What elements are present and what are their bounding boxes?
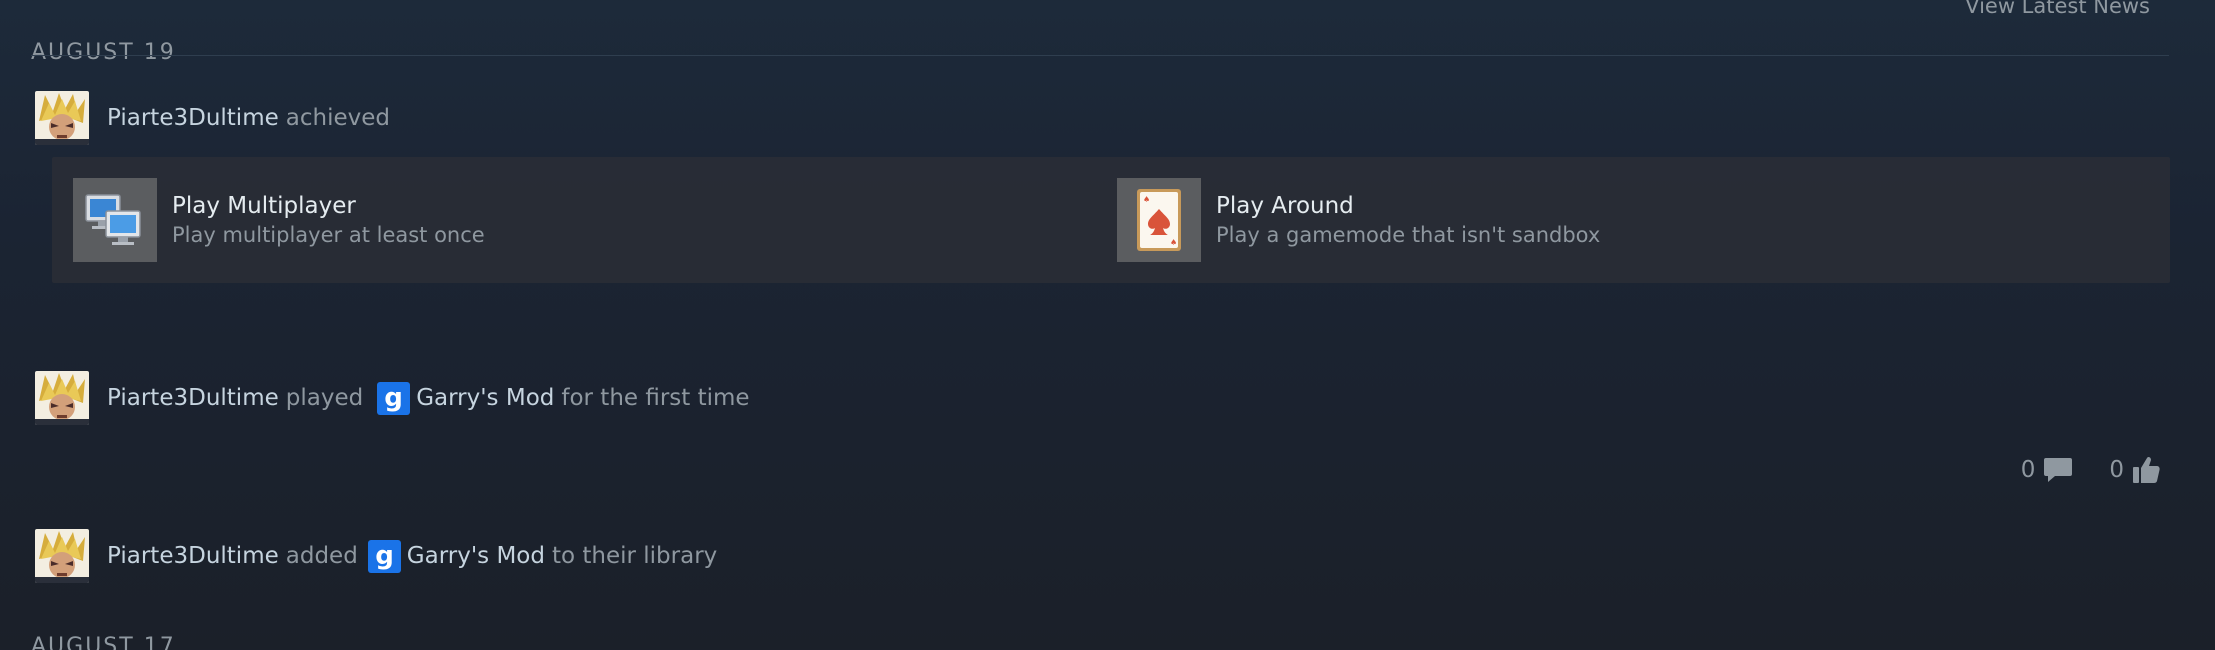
comment-icon bbox=[2044, 458, 2073, 482]
svg-text:♠: ♠ bbox=[1143, 195, 1150, 204]
activity-suffix: to their library bbox=[551, 543, 718, 569]
achievements-panel: Play Multiplayer Play multiplayer at lea… bbox=[52, 157, 2170, 283]
date-divider bbox=[31, 55, 2169, 56]
activity-suffix: for the first time bbox=[561, 385, 750, 411]
activity-verb: added bbox=[285, 543, 358, 569]
garrys-mod-icon[interactable]: g bbox=[367, 539, 401, 573]
game-name-link[interactable]: Garry's Mod bbox=[416, 385, 554, 411]
activity-verb: played bbox=[285, 385, 364, 411]
avatar[interactable] bbox=[35, 371, 89, 425]
comment-count: 0 bbox=[2020, 457, 2036, 483]
achievement-play-around[interactable]: ♠ ♠ Play Around Play a gamemode that isn… bbox=[1117, 178, 1600, 262]
achievement-title: Play Around bbox=[1216, 192, 1354, 219]
user-name-link[interactable]: Piarte3Dultime bbox=[107, 105, 279, 131]
achievement-title: Play Multiplayer bbox=[172, 192, 356, 219]
activity-counters: 0 0 bbox=[2021, 455, 2160, 485]
playing-card-icon: ♠ ♠ bbox=[1117, 178, 1201, 262]
avatar[interactable] bbox=[35, 91, 89, 145]
svg-text:g: g bbox=[375, 541, 394, 571]
user-name-link[interactable]: Piarte3Dultime bbox=[107, 385, 279, 411]
svg-text:♠: ♠ bbox=[1170, 238, 1177, 247]
activity-achievement-row: Piarte3Dultime achieved bbox=[35, 91, 390, 145]
view-latest-news-link[interactable]: View Latest News bbox=[1965, 0, 2150, 18]
achievement-description: Play multiplayer at least once bbox=[172, 222, 485, 247]
user-name-link[interactable]: Piarte3Dultime bbox=[107, 543, 279, 569]
thumbs-up-icon bbox=[2133, 456, 2160, 483]
activity-added-row: Piarte3Dultime added g Garry's Mod to th… bbox=[35, 529, 717, 583]
avatar[interactable] bbox=[35, 529, 89, 583]
garrys-mod-icon[interactable]: g bbox=[377, 381, 411, 415]
svg-text:g: g bbox=[384, 383, 403, 413]
achievement-play-multiplayer[interactable]: Play Multiplayer Play multiplayer at lea… bbox=[73, 178, 485, 262]
activity-played-row: Piarte3Dultime played g Garry's Mod for … bbox=[35, 371, 750, 425]
achievement-description: Play a gamemode that isn't sandbox bbox=[1216, 222, 1601, 247]
date-header-august-17: AUGUST 17 bbox=[31, 634, 176, 650]
date-header-august-19: AUGUST 19 bbox=[31, 40, 176, 65]
activity-verb: achieved bbox=[285, 105, 390, 131]
comment-counter[interactable]: 0 bbox=[2021, 456, 2074, 484]
like-count: 0 bbox=[2109, 457, 2124, 483]
game-name-link[interactable]: Garry's Mod bbox=[407, 543, 545, 569]
like-counter[interactable]: 0 bbox=[2109, 455, 2160, 485]
computers-icon bbox=[73, 178, 157, 262]
